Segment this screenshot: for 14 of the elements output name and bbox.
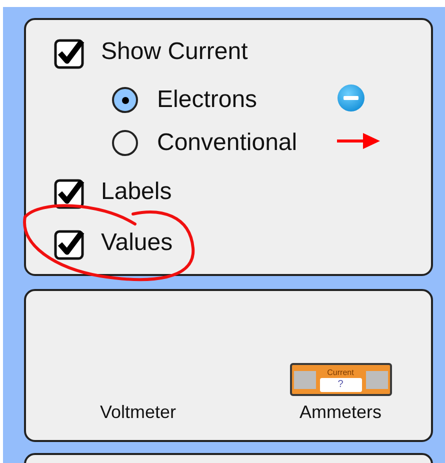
radio-label: Electrons — [157, 86, 258, 114]
checkbox-label: Values — [101, 229, 173, 257]
radio-label: Conventional — [157, 129, 298, 157]
tool-label: Ammeters — [299, 402, 382, 423]
arrow-icon — [337, 132, 380, 150]
checkbox-label: Labels — [101, 178, 172, 206]
radio-button[interactable] — [112, 87, 138, 113]
radio-button[interactable] — [112, 130, 138, 156]
meter-title: Current — [327, 368, 354, 378]
ammeter-icon[interactable]: Current ? — [290, 363, 392, 396]
meter-value: ? — [320, 378, 362, 392]
electron-icon — [337, 84, 365, 112]
tool-label: Voltmeter — [100, 402, 176, 423]
checkbox-label: Show Current — [101, 38, 248, 66]
